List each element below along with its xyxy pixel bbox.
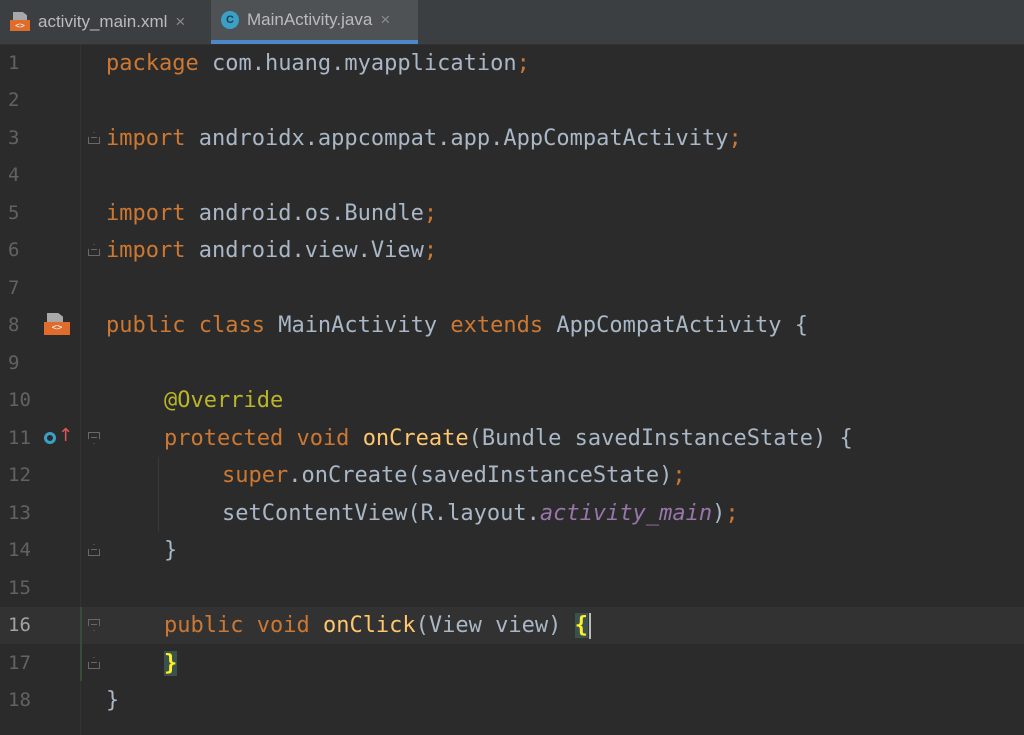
line-number: 5 bbox=[8, 202, 20, 224]
semicolon: ; bbox=[672, 463, 686, 488]
code-line-5: import android.os.Bundle; bbox=[106, 195, 437, 232]
code-text: } bbox=[106, 688, 120, 713]
layout-xml-icon: <> bbox=[10, 12, 32, 32]
layout-file-icon[interactable]: <> bbox=[44, 313, 72, 337]
code-line-14: } bbox=[164, 532, 177, 569]
keyword: extends bbox=[450, 313, 544, 338]
method-name: onClick bbox=[322, 613, 416, 638]
keyword: package bbox=[106, 51, 199, 76]
line-number: 8 bbox=[8, 314, 20, 336]
code-text: setContentView(R.layout. bbox=[222, 501, 540, 526]
fold-marker-icon[interactable] bbox=[88, 244, 100, 256]
code-line-17: } bbox=[164, 645, 178, 682]
line-number: 16 bbox=[8, 614, 31, 636]
indent-guide bbox=[158, 457, 159, 532]
code-text: (View view) bbox=[415, 613, 575, 638]
line-number: 18 bbox=[8, 689, 31, 711]
matched-brace: { bbox=[574, 613, 588, 638]
code-text: (Bundle savedInstanceState) { bbox=[468, 426, 853, 451]
semicolon: ; bbox=[728, 126, 742, 151]
line-number: 7 bbox=[8, 277, 20, 299]
keyword: public void bbox=[164, 613, 310, 638]
tab-label: MainActivity.java bbox=[247, 10, 373, 29]
code-line-10: @Override bbox=[164, 382, 283, 419]
code-text: .onCreate(savedInstanceState) bbox=[288, 463, 673, 488]
line-number: 17 bbox=[8, 652, 31, 674]
code-line-6: import android.view.View; bbox=[106, 232, 437, 269]
keyword: import bbox=[106, 126, 186, 151]
tab-activity-main-xml[interactable]: <> activity_main.xml × bbox=[0, 0, 210, 44]
keyword: import bbox=[106, 238, 186, 263]
line-number: 3 bbox=[8, 127, 20, 149]
keyword: super bbox=[222, 463, 289, 488]
keyword: import bbox=[106, 201, 186, 226]
code-line-1: package com.huang.myapplication; bbox=[106, 45, 530, 82]
code-text: ) bbox=[712, 501, 726, 526]
line-number: 15 bbox=[8, 577, 31, 599]
line-number: 12 bbox=[8, 464, 31, 486]
code-text: } bbox=[164, 538, 178, 563]
code-line-13: setContentView(R.layout.activity_main); bbox=[222, 495, 739, 532]
line-number: 1 bbox=[8, 52, 20, 74]
code-text: AppCompatActivity { bbox=[543, 313, 809, 338]
tab-mainactivity-java[interactable]: C MainActivity.java × bbox=[211, 0, 418, 44]
semicolon: ; bbox=[725, 501, 739, 526]
field-reference: activity_main bbox=[539, 501, 713, 526]
code-text: android.os.Bundle bbox=[185, 201, 424, 226]
method-name: onCreate bbox=[362, 426, 469, 451]
override-method-icon[interactable]: ↑ bbox=[44, 425, 74, 448]
close-icon[interactable]: × bbox=[175, 12, 185, 32]
semicolon: ; bbox=[423, 201, 438, 226]
fold-marker-icon[interactable] bbox=[88, 657, 100, 669]
matched-brace: } bbox=[164, 651, 178, 676]
text-caret bbox=[588, 613, 591, 639]
code-line-12: super.onCreate(savedInstanceState); bbox=[222, 457, 686, 494]
line-number: 13 bbox=[8, 502, 31, 524]
code-line-16: public void onClick(View view) { bbox=[164, 607, 591, 644]
code-line-18: } bbox=[106, 682, 119, 719]
vcs-change-marker bbox=[80, 607, 82, 681]
line-number: 4 bbox=[8, 164, 20, 186]
fold-marker-icon[interactable] bbox=[88, 544, 100, 556]
annotation: @Override bbox=[164, 388, 284, 413]
code-text: com.huang.myapplication bbox=[198, 51, 517, 76]
keyword: public class bbox=[106, 313, 265, 338]
fold-marker-icon[interactable] bbox=[88, 132, 100, 144]
class-name: MainActivity bbox=[264, 313, 451, 338]
code-line-3: import androidx.appcompat.app.AppCompatA… bbox=[106, 120, 742, 157]
line-number: 6 bbox=[8, 239, 20, 261]
line-number: 2 bbox=[8, 89, 20, 111]
keyword: protected void bbox=[164, 426, 350, 451]
line-number: 14 bbox=[8, 539, 31, 561]
code-line-8: public class MainActivity extends AppCom… bbox=[106, 307, 808, 344]
code-line-11: protected void onCreate(Bundle savedInst… bbox=[164, 420, 853, 457]
java-class-icon: C bbox=[221, 11, 239, 29]
code-text: androidx.appcompat.app.AppCompatActivity bbox=[185, 126, 729, 151]
close-icon[interactable]: × bbox=[380, 10, 390, 30]
semicolon: ; bbox=[423, 238, 438, 263]
line-number: 11 bbox=[8, 427, 31, 449]
code-editor[interactable]: 1 2 3 4 5 6 7 8 9 10 11 12 13 14 15 16 1… bbox=[0, 45, 1024, 735]
line-number: 10 bbox=[8, 389, 31, 411]
layout-icon-text: <> bbox=[44, 322, 70, 335]
semicolon: ; bbox=[516, 51, 530, 76]
fold-marker-icon[interactable] bbox=[88, 432, 100, 444]
line-number: 9 bbox=[8, 352, 20, 374]
code-text: android.view.View bbox=[185, 238, 424, 263]
tab-label: activity_main.xml bbox=[38, 12, 168, 31]
up-arrow-icon: ↑ bbox=[58, 425, 74, 446]
editor-tab-bar: <> activity_main.xml × C MainActivity.ja… bbox=[0, 0, 1024, 45]
